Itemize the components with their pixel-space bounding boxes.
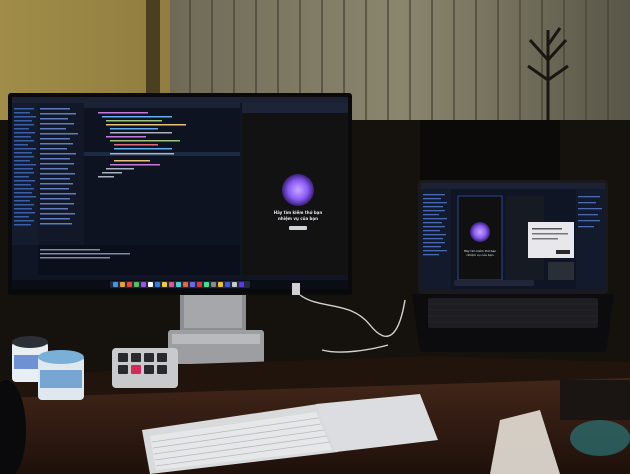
preview-orb [282, 174, 314, 206]
jar-right [38, 350, 84, 400]
preview-button [289, 226, 307, 230]
macro-pad [112, 348, 178, 388]
scene-svg: Hãy tìm kiếm thứ bạn nhiệm vụ của bạn Hã… [0, 0, 630, 474]
desk-setup-photo: Hãy tìm kiếm thứ bạn nhiệm vụ của bạn Hã… [0, 0, 630, 474]
external-monitor: Hãy tìm kiếm thứ bạn nhiệm vụ của bạn [8, 93, 352, 295]
usb-dongle [292, 283, 300, 295]
preview-heading: Hãy tìm kiếm thứ bạn [274, 210, 323, 215]
laptop-keyboard [428, 298, 598, 328]
laptop: Hãy tìm kiếm thứ bạn nhiệm vụ của bạn [412, 180, 614, 352]
dock [110, 281, 250, 288]
cable-bundle [570, 420, 630, 456]
preview-subheading: nhiệm vụ của bạn [278, 216, 318, 221]
shelf [560, 380, 630, 420]
laptop-preview-subheading: nhiệm vụ của bạn [467, 253, 494, 257]
